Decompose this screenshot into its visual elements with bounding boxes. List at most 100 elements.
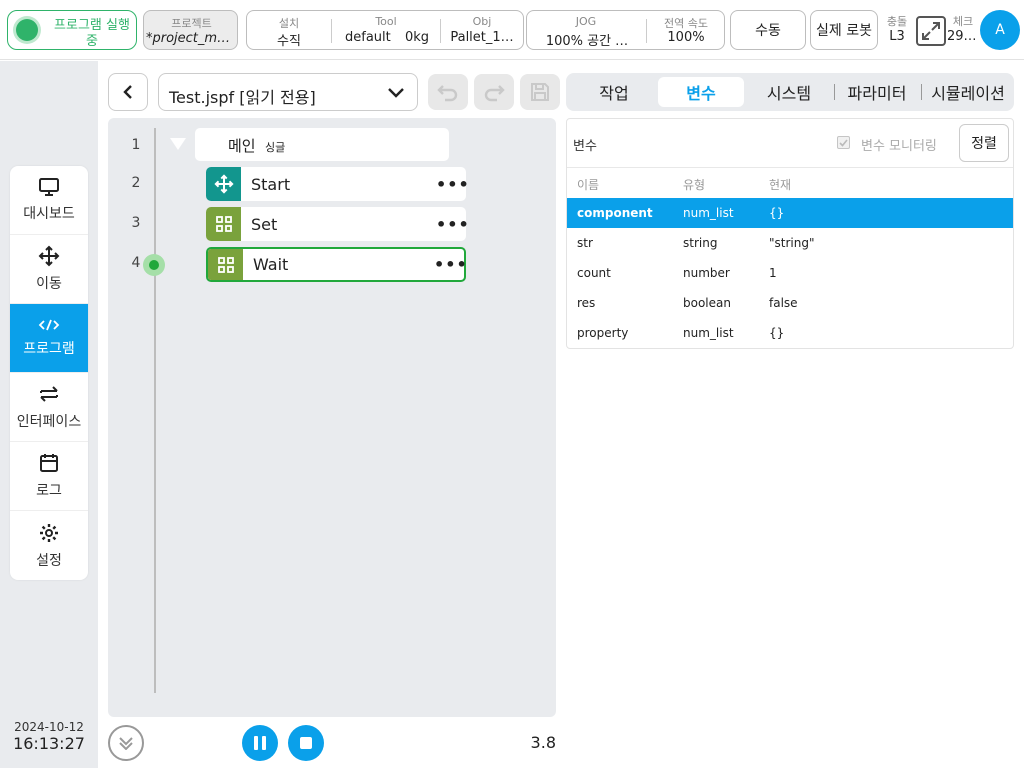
fullscreen-button[interactable] — [916, 16, 946, 46]
sidebar-item-log[interactable]: 로그 — [10, 442, 88, 511]
stop-icon — [300, 737, 312, 749]
file-name: Test.jspf [읽기 전용] — [169, 88, 316, 107]
monitor-checkbox[interactable] — [837, 136, 850, 149]
jog-value: 100% 공간 … — [545, 34, 629, 49]
header-current: 현재 — [769, 178, 792, 192]
check-status[interactable]: 체크 29d3 — [947, 13, 979, 47]
tool-name: default — [345, 30, 391, 45]
table-row[interactable]: component num_list {} — [567, 198, 1013, 228]
tab-parameters[interactable]: 파라미터 — [836, 77, 918, 107]
sidebar-item-settings[interactable]: 설정 — [10, 511, 88, 580]
scroll-down-button[interactable] — [108, 725, 144, 761]
table-row[interactable]: res boolean false — [567, 288, 1013, 318]
main-label: 메인 — [228, 137, 256, 155]
jog-group[interactable]: JOG 100% 공간 … 전역 속도 100% — [526, 10, 725, 50]
more-icon[interactable]: ••• — [436, 215, 469, 234]
cell-type: num_list — [683, 206, 734, 220]
cell-type: number — [683, 266, 730, 280]
sidebar: 대시보드 이동 프로그램 인터페이스 로그 설정 2024-10-12 16:1… — [0, 61, 98, 768]
manual-mode-label: 수동 — [755, 23, 781, 39]
sidebar-item-label: 인터페이스 — [16, 414, 82, 430]
tree-line — [154, 128, 156, 693]
back-button[interactable] — [108, 73, 148, 111]
file-select[interactable]: Test.jspf [읽기 전용] — [158, 73, 418, 111]
obj-value: Pallet_1… — [450, 30, 514, 45]
table-row[interactable]: count number 1 — [567, 258, 1013, 288]
chevron-left-icon — [123, 85, 132, 99]
cell-name: res — [577, 296, 596, 310]
line-number: 3 — [131, 215, 141, 231]
pause-icon — [254, 736, 266, 750]
block-icon — [206, 167, 241, 201]
grid-icon — [217, 256, 234, 273]
block-label: Wait — [253, 255, 289, 274]
sidebar-item-label: 프로그램 — [23, 341, 75, 357]
setup-group[interactable]: 설치 수직 Tool default 0kg Obj Pallet_1… — [246, 10, 524, 50]
undo-button[interactable] — [428, 74, 468, 110]
real-robot-label: 실제 로봇 — [816, 23, 872, 39]
run-status-button[interactable]: 프로그램 실행 중 — [7, 10, 137, 50]
line-number: 1 — [131, 137, 141, 153]
cell-current: "string" — [769, 236, 815, 250]
global-speed-label: 전역 속도 — [664, 17, 708, 30]
block-label: Set — [251, 214, 278, 234]
block-start[interactable]: Start ••• — [206, 167, 469, 201]
tab-variables[interactable]: 변수 — [658, 77, 744, 107]
gear-icon — [40, 523, 58, 542]
header-name: 이름 — [577, 178, 600, 192]
version-text: 3.8 — [530, 733, 556, 752]
sort-button[interactable]: 정렬 — [959, 124, 1009, 162]
redo-button[interactable] — [474, 74, 514, 110]
collision-label: 충돌 — [886, 15, 908, 28]
check-label: 체크 — [952, 15, 974, 28]
cell-current: {} — [769, 326, 785, 340]
collision-value: L3 — [889, 29, 905, 44]
sidebar-item-interface[interactable]: 인터페이스 — [10, 373, 88, 442]
grid-icon — [215, 216, 232, 232]
line-number: 4 — [131, 255, 141, 271]
cell-type: boolean — [683, 296, 731, 310]
collision-status[interactable]: 충돌 L3 — [882, 13, 912, 47]
obj-label: Obj — [472, 15, 492, 28]
sidebar-item-label: 이동 — [36, 276, 62, 292]
sidebar-item-label: 설정 — [36, 552, 62, 569]
block-icon — [206, 207, 241, 241]
sidebar-item-program[interactable]: 프로그램 — [10, 304, 88, 373]
save-button[interactable] — [520, 74, 560, 110]
block-wait[interactable]: Wait ••• — [206, 247, 467, 282]
header-type: 유형 — [683, 178, 706, 192]
global-speed-value: 100% — [667, 30, 705, 45]
install-value: 수직 — [277, 34, 301, 49]
real-robot-button[interactable]: 실제 로봇 — [810, 10, 878, 50]
cell-name: count — [577, 266, 611, 280]
panel-title: 변수 — [573, 139, 597, 154]
collapse-triangle-icon[interactable] — [169, 137, 187, 151]
monitor-icon — [39, 178, 59, 196]
block-set[interactable]: Set ••• — [206, 207, 469, 241]
more-icon[interactable]: ••• — [434, 255, 467, 274]
tab-system[interactable]: 시스템 — [746, 77, 832, 107]
check-icon — [839, 139, 848, 147]
check-value: 29d3 — [947, 29, 979, 44]
chevron-down-icon — [388, 88, 404, 98]
user-avatar[interactable]: A — [980, 10, 1020, 50]
jog-label: JOG — [575, 15, 597, 28]
right-tabs: 작업 변수 시스템 파라미터 시뮬레이션 — [566, 73, 1014, 111]
sidebar-item-move[interactable]: 이동 — [10, 235, 88, 304]
tab-task[interactable]: 작업 — [570, 77, 658, 107]
stop-button[interactable] — [288, 725, 324, 761]
project-button[interactable]: 프로젝트 *project_mo… — [143, 10, 238, 50]
table-row[interactable]: str string "string" — [567, 228, 1013, 258]
main-block[interactable]: 메인 싱글 — [195, 128, 449, 161]
redo-icon — [484, 85, 505, 102]
manual-mode-button[interactable]: 수동 — [730, 10, 806, 50]
move-icon — [38, 245, 60, 267]
pause-button[interactable] — [242, 725, 278, 761]
project-label: 프로젝트 — [171, 17, 212, 30]
sidebar-item-dashboard[interactable]: 대시보드 — [10, 166, 88, 235]
more-icon[interactable]: ••• — [436, 175, 469, 194]
tab-simulation[interactable]: 시뮬레이션 — [926, 77, 1010, 107]
monitor-label: 변수 모니터링 — [861, 139, 937, 154]
code-icon — [38, 319, 60, 331]
table-row[interactable]: property num_list {} — [567, 318, 1013, 348]
